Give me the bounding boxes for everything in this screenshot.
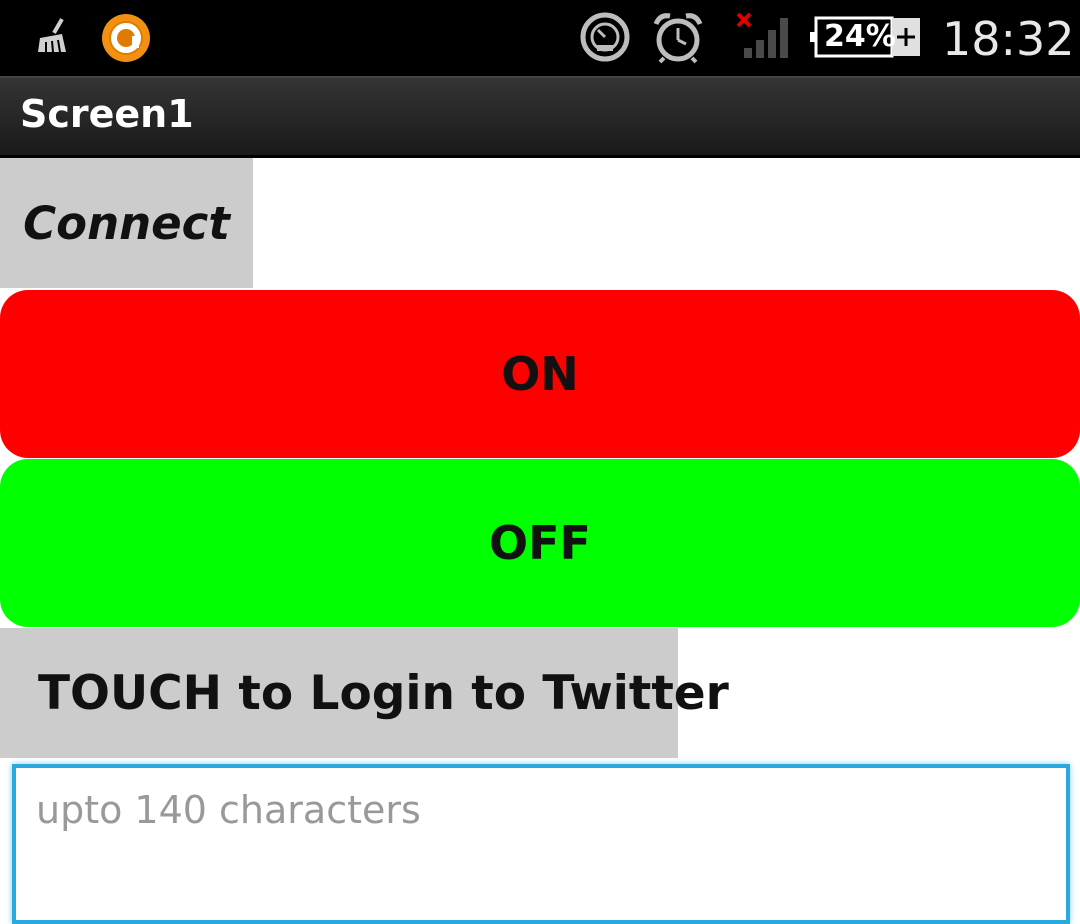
speedometer-icon: [580, 12, 630, 66]
title-bar: Screen1: [0, 76, 1080, 158]
app-circle-icon: [100, 12, 152, 68]
no-signal-icon: [734, 10, 794, 64]
tweet-input[interactable]: [12, 764, 1070, 924]
alarm-clock-icon: [652, 10, 704, 68]
status-bar: 24% 18:32: [0, 0, 1080, 76]
screen-title: Screen1: [20, 92, 194, 136]
broom-icon: [34, 16, 74, 60]
twitter-login-button[interactable]: TOUCH to Login to Twitter: [0, 628, 729, 758]
battery-percent: 24%: [824, 19, 896, 54]
connect-button[interactable]: Connect: [0, 158, 253, 288]
on-button[interactable]: ON: [0, 290, 1080, 458]
main-content: Connect ON OFF TOUCH to Login to Twitter: [0, 158, 1080, 924]
clock-time: 18:32: [942, 12, 1075, 66]
off-button[interactable]: OFF: [0, 459, 1080, 627]
